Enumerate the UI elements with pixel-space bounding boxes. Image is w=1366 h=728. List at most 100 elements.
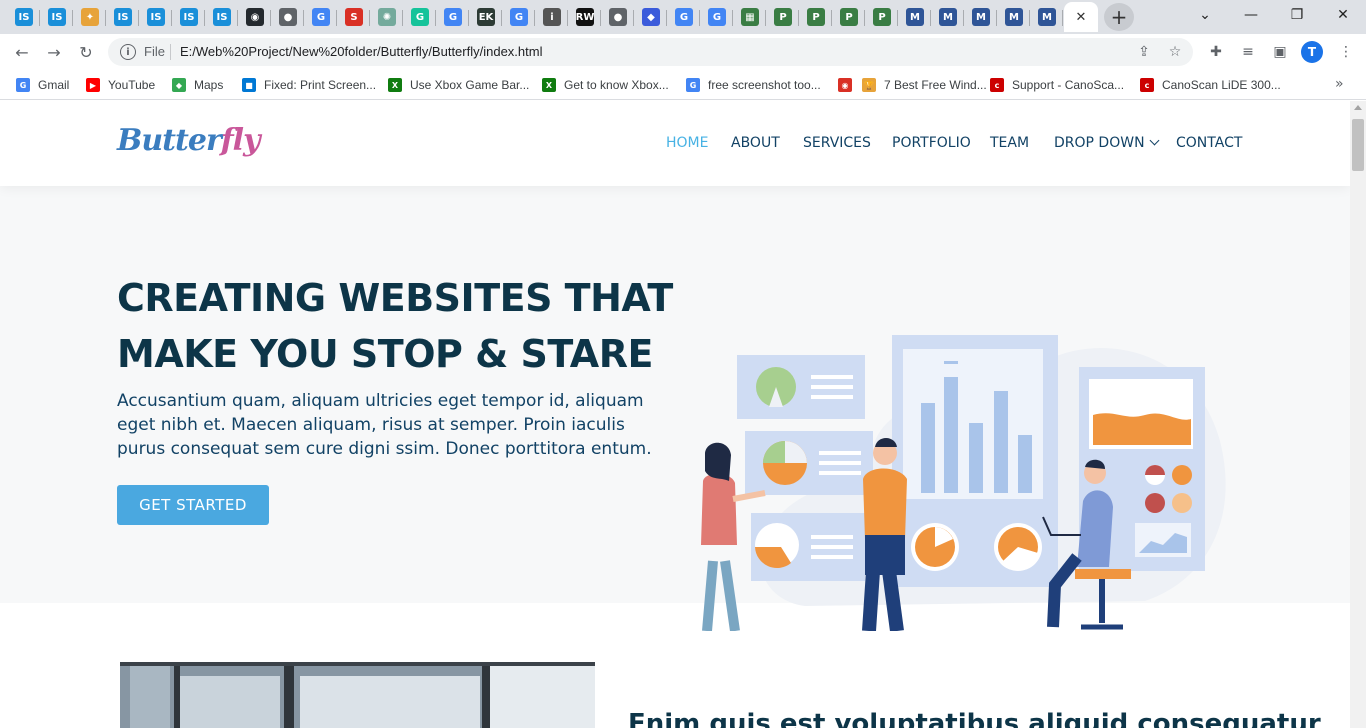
bookmark-item[interactable]: c Support - CanoSca... <box>990 76 1124 94</box>
back-button[interactable]: ← <box>10 40 34 64</box>
browser-tab[interactable]: ✺ <box>371 2 403 32</box>
browser-tab[interactable]: P <box>833 2 865 32</box>
browser-tab[interactable]: IS <box>41 2 73 32</box>
tab-favicon-icon: ◆ <box>642 8 660 26</box>
bookmark-item[interactable]: ◆ Maps <box>172 76 223 94</box>
media-controls-icon[interactable]: ≡ <box>1238 42 1258 62</box>
browser-tab[interactable]: P <box>767 2 799 32</box>
new-tab-button[interactable]: + <box>1104 3 1134 31</box>
forward-button[interactable]: → <box>42 40 66 64</box>
url-text[interactable]: E:/Web%20Project/New%20folder/Butterfly/… <box>180 44 542 59</box>
tab-separator <box>996 10 997 26</box>
browser-tab[interactable]: M <box>965 2 997 32</box>
site-info-icon[interactable]: i <box>120 44 136 60</box>
nav-team[interactable]: TEAM <box>990 135 1029 151</box>
bookmark-favicon-icon: ◉ <box>838 78 852 92</box>
tab-favicon-icon: G <box>411 8 429 26</box>
browser-tab[interactable]: G <box>701 2 733 32</box>
tab-separator <box>303 10 304 26</box>
browser-tab[interactable]: ● <box>272 2 304 32</box>
browser-tab[interactable]: IS <box>107 2 139 32</box>
browser-tab[interactable]: G <box>503 2 535 32</box>
address-bar[interactable]: i File E:/Web%20Project/New%20folder/But… <box>108 38 1193 66</box>
card-line <box>819 461 861 465</box>
browser-tab[interactable]: M <box>998 2 1030 32</box>
page-scrollbar[interactable] <box>1350 101 1366 728</box>
bookmark-item[interactable]: Gfree screenshot too... <box>686 76 821 94</box>
browser-tab[interactable]: G <box>305 2 337 32</box>
scroll-thumb[interactable] <box>1352 119 1364 171</box>
person-woman-legs <box>702 560 740 631</box>
get-started-button[interactable]: GET STARTED <box>117 485 269 525</box>
bookmark-label: Get to know Xbox... <box>564 78 669 92</box>
nav-about[interactable]: ABOUT <box>731 135 780 151</box>
scroll-up-arrow-icon[interactable] <box>1354 105 1362 110</box>
browser-tab[interactable]: IS <box>173 2 205 32</box>
browser-tab[interactable]: i <box>536 2 568 32</box>
browser-tab[interactable]: EK <box>470 2 502 32</box>
nav-home[interactable]: HOME <box>666 135 708 151</box>
bar-label <box>944 361 958 364</box>
close-window-button[interactable]: ✕ <box>1320 0 1366 30</box>
reload-button[interactable]: ↻ <box>74 40 98 64</box>
tab-separator <box>897 10 898 26</box>
browser-tab[interactable]: ● <box>602 2 634 32</box>
more-bookmarks-icon[interactable]: » <box>1335 76 1344 92</box>
bookmark-label: Fixed: Print Screen... <box>264 78 377 92</box>
restore-button[interactable]: ❐ <box>1274 0 1320 30</box>
bookmark-item[interactable]: X Get to know Xbox... <box>542 76 669 94</box>
extensions-icon[interactable]: ✚ <box>1206 42 1226 62</box>
bookmark-favicon-icon: ▶ <box>86 78 100 92</box>
tab-separator <box>204 10 205 26</box>
nav-dropdown[interactable]: DROP DOWN <box>1054 135 1159 151</box>
active-tab[interactable]: ✕ <box>1064 2 1098 32</box>
bookmark-item[interactable]: ▶ YouTube <box>86 76 155 94</box>
minimize-button[interactable]: — <box>1228 0 1274 30</box>
browser-tab[interactable]: ✦ <box>74 2 106 32</box>
bar <box>1018 435 1032 493</box>
browser-tab[interactable]: ◆ <box>635 2 667 32</box>
close-tab-icon[interactable]: ✕ <box>1076 10 1087 25</box>
bookmark-item[interactable]: 🏆 7 Best Free Wind... <box>862 76 987 94</box>
share-icon[interactable]: ⇪ <box>1135 43 1153 61</box>
browser-tab[interactable]: IS <box>206 2 238 32</box>
browser-tab[interactable]: ◉ <box>239 2 271 32</box>
browser-tab[interactable]: IS <box>8 2 40 32</box>
bookmark-item[interactable]: ◉ <box>838 76 852 94</box>
hero-section: CREATING WEBSITES THAT MAKE YOU STOP & S… <box>0 186 1350 631</box>
browser-tab[interactable]: G <box>437 2 469 32</box>
profile-avatar[interactable]: T <box>1301 41 1323 63</box>
bookmark-item[interactable]: G Gmail <box>16 76 69 94</box>
browser-tab[interactable]: IS <box>140 2 172 32</box>
nav-contact[interactable]: CONTACT <box>1176 135 1242 151</box>
browser-tab[interactable]: S <box>338 2 370 32</box>
bookmark-label: free screenshot too... <box>708 78 821 92</box>
browser-tab[interactable]: ▦ <box>734 2 766 32</box>
tab-search-button[interactable]: ⌄ <box>1182 0 1228 30</box>
browser-tab[interactable]: P <box>800 2 832 32</box>
browser-tab[interactable]: P <box>866 2 898 32</box>
browser-tab[interactable]: M <box>932 2 964 32</box>
bookmark-item[interactable]: c CanoScan LiDE 300... <box>1140 76 1281 94</box>
more-menu-icon[interactable]: ⋮ <box>1336 42 1356 62</box>
tab-favicon-icon: IS <box>180 8 198 26</box>
photo-window <box>130 666 170 728</box>
card-line <box>811 395 853 399</box>
browser-tab[interactable]: G <box>404 2 436 32</box>
bookmark-star-icon[interactable]: ☆ <box>1166 43 1184 61</box>
side-panel-icon[interactable]: ▣ <box>1270 42 1290 62</box>
browser-tab[interactable]: M <box>1031 2 1063 32</box>
tab-separator <box>270 10 271 26</box>
bookmark-item[interactable]: ■ Fixed: Print Screen... <box>242 76 376 94</box>
hero-title: CREATING WEBSITES THAT MAKE YOU STOP & S… <box>117 276 673 376</box>
bookmark-item[interactable]: X Use Xbox Game Bar... <box>388 76 529 94</box>
browser-tab[interactable]: M <box>899 2 931 32</box>
tab-favicon-icon: IS <box>147 8 165 26</box>
tab-separator <box>501 10 502 26</box>
nav-services[interactable]: SERVICES <box>803 135 871 151</box>
browser-tab[interactable]: G <box>668 2 700 32</box>
nav-portfolio[interactable]: PORTFOLIO <box>892 135 971 151</box>
browser-tab[interactable]: RW <box>569 2 601 32</box>
stool-leg <box>1099 579 1105 623</box>
tab-separator <box>534 10 535 26</box>
